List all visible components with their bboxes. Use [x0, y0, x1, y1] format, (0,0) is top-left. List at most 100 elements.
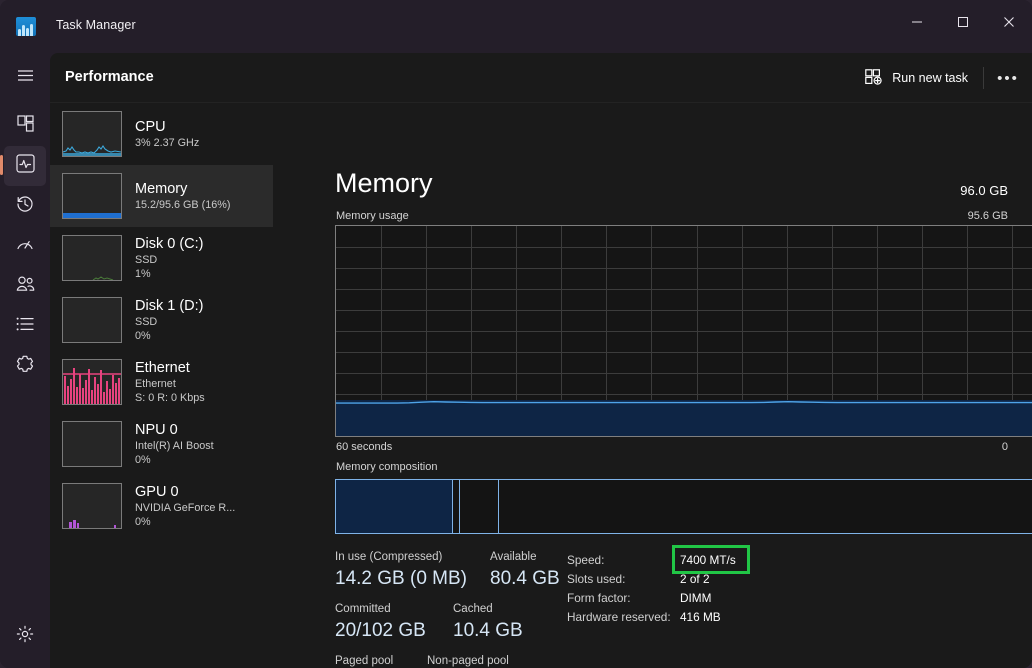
kv-label-form-factor: Form factor: [567, 591, 631, 605]
device-sub2: 0% [135, 329, 203, 343]
ethernet-thumbnail-graph [62, 359, 122, 405]
stat-value-committed: 20/102 GB [335, 620, 426, 642]
chart-series-line [336, 226, 1032, 436]
cpu-thumbnail-graph [62, 111, 122, 157]
kv-label-slots-used: Slots used: [567, 572, 625, 586]
stat-value-available: 80.4 GB [490, 568, 560, 590]
kv-label-hardware-reserved: Hardware reserved: [567, 610, 671, 624]
memory-heading: Memory [335, 168, 433, 199]
stat-label-available: Available [490, 551, 536, 563]
stat-value-cached: 10.4 GB [453, 620, 523, 642]
chart-x-axis-end-label: 0 [1002, 441, 1008, 453]
kv-value-form-factor: DIMM [680, 591, 711, 605]
device-item-ethernet[interactable]: Ethernet Ethernet S: 0 R: 0 Kbps [50, 351, 273, 413]
task-manager-icon [16, 17, 36, 36]
close-button[interactable] [986, 0, 1032, 43]
run-new-task-button[interactable]: Run new task [859, 64, 974, 92]
stat-label-in-use: In use (Compressed) [335, 551, 442, 563]
services-gear-icon [16, 355, 34, 378]
sidebar-item-performance[interactable] [4, 146, 46, 186]
device-sub2: 0% [135, 515, 235, 529]
gear-icon [16, 625, 34, 648]
device-sub1: 15.2/95.6 GB (16%) [135, 198, 230, 212]
chart-x-axis-label: 60 seconds [336, 441, 392, 453]
window-title: Task Manager [56, 18, 136, 32]
processes-icon [17, 115, 34, 137]
gpu0-thumbnail-graph [62, 483, 122, 529]
task-manager-window: Task Manager [0, 0, 1032, 668]
composition-segment-in-use [336, 480, 453, 533]
npu0-thumbnail-graph [62, 421, 122, 467]
run-new-task-label: Run new task [892, 71, 968, 85]
new-task-window-plus-icon [865, 69, 883, 88]
memory-detail-pane: Memory 96.0 GB Memory usage 95.6 GB 60 s… [273, 103, 1032, 668]
device-name: GPU 0 [135, 483, 235, 501]
speedometer-icon [16, 236, 34, 257]
page-header: Performance Run new task ••• [50, 53, 1032, 103]
main-panel: Performance Run new task ••• [50, 53, 1032, 668]
toolbar-divider [983, 67, 984, 89]
navigation-rail [0, 53, 50, 668]
performance-pulse-icon [16, 154, 35, 178]
kv-value-slots-used: 2 of 2 [680, 572, 710, 586]
device-name: NPU 0 [135, 421, 214, 439]
sidebar-item-services[interactable] [0, 346, 50, 386]
disk0-thumbnail-graph [62, 235, 122, 281]
list-icon [16, 317, 34, 336]
device-sub2: S: 0 R: 0 Kbps [135, 391, 205, 405]
device-name: CPU [135, 118, 199, 136]
hamburger-menu-button[interactable] [0, 58, 50, 98]
memory-usage-max-label: 95.6 GB [968, 210, 1008, 222]
hamburger-icon [17, 69, 34, 87]
stat-label-cached: Cached [453, 603, 493, 615]
minimize-button[interactable] [894, 0, 940, 43]
device-sub1: Ethernet [135, 377, 205, 391]
device-name: Disk 1 (D:) [135, 297, 203, 315]
device-item-disk0[interactable]: Disk 0 (C:) SSD 1% [50, 227, 273, 289]
device-sub2: 1% [135, 267, 203, 281]
composition-segment-standby-free [499, 480, 1032, 533]
device-item-cpu[interactable]: CPU 3% 2.37 GHz [50, 103, 273, 165]
device-sub1: NVIDIA GeForce R... [135, 501, 235, 515]
device-item-gpu0[interactable]: GPU 0 NVIDIA GeForce R... 0% [50, 475, 273, 537]
memory-composition-bar[interactable] [335, 479, 1032, 534]
device-item-disk1[interactable]: Disk 1 (D:) SSD 0% [50, 289, 273, 351]
device-sub1: SSD [135, 253, 203, 267]
device-name: Ethernet [135, 359, 205, 377]
stat-value-in-use: 14.2 GB (0 MB) [335, 568, 467, 590]
sidebar-item-details[interactable] [0, 306, 50, 346]
kv-value-hardware-reserved: 416 MB [680, 610, 721, 624]
settings-button[interactable] [0, 616, 50, 656]
disk1-thumbnail-graph [62, 297, 122, 343]
memory-thumbnail-graph [62, 173, 122, 219]
users-icon [16, 276, 35, 297]
device-name: Disk 0 (C:) [135, 235, 203, 253]
stat-label-non-paged-pool: Non-paged pool [427, 655, 509, 667]
composition-segment-modified [460, 480, 499, 533]
memory-total-label: 96.0 GB [960, 183, 1008, 198]
device-list: CPU 3% 2.37 GHz Memory 15.2/95.6 GB (16%… [50, 103, 273, 668]
sidebar-item-app-history[interactable] [0, 186, 50, 226]
more-options-button[interactable]: ••• [992, 64, 1024, 92]
maximize-button[interactable] [940, 0, 986, 43]
device-sub1: Intel(R) AI Boost [135, 439, 214, 453]
stat-label-paged-pool: Paged pool [335, 655, 393, 667]
sidebar-item-users[interactable] [0, 266, 50, 306]
page-title: Performance [65, 69, 154, 85]
clock-history-icon [16, 195, 34, 218]
sidebar-item-startup-apps[interactable] [0, 226, 50, 266]
stat-label-committed: Committed [335, 603, 391, 615]
kv-label-speed: Speed: [567, 553, 604, 567]
speed-value-highlight [672, 545, 750, 574]
device-item-memory[interactable]: Memory 15.2/95.6 GB (16%) [50, 165, 273, 227]
sidebar-item-processes[interactable] [0, 106, 50, 146]
memory-usage-chart [335, 225, 1032, 437]
composition-segment-divider-gap [453, 480, 460, 533]
device-sub1: 3% 2.37 GHz [135, 136, 199, 150]
memory-composition-label: Memory composition [336, 461, 437, 473]
device-item-npu0[interactable]: NPU 0 Intel(R) AI Boost 0% [50, 413, 273, 475]
device-sub1: SSD [135, 315, 203, 329]
memory-usage-label: Memory usage [336, 210, 409, 222]
title-bar: Task Manager [0, 0, 1032, 53]
device-name: Memory [135, 180, 230, 198]
